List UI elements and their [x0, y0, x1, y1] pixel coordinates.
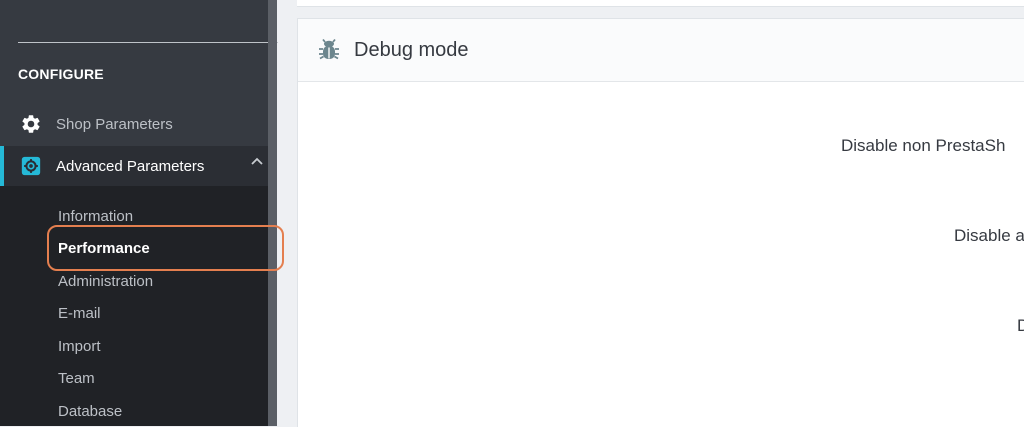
form-label-disable-overrides: Disable a	[954, 226, 1024, 245]
sidebar-scrollbar[interactable]	[268, 0, 277, 426]
submenu-item-database[interactable]: Database	[58, 403, 122, 420]
advanced-parameters-submenu: Information Performance Administration E…	[0, 186, 268, 426]
section-title-configure: CONFIGURE	[18, 66, 104, 82]
submenu-item-administration[interactable]: Administration	[58, 273, 153, 290]
gear-icon	[20, 113, 42, 135]
submenu-item-import[interactable]: Import	[58, 338, 101, 355]
submenu-item-email[interactable]: E-mail	[58, 305, 101, 322]
form-label-debug: D	[1017, 316, 1024, 335]
sidebar-item-label: Shop Parameters	[56, 115, 173, 133]
submenu-item-information[interactable]: Information	[58, 208, 133, 225]
sidebar-divider	[18, 42, 278, 43]
sidebar-item-advanced-parameters[interactable]: Advanced Parameters	[0, 146, 268, 186]
bug-icon	[318, 38, 340, 62]
form-label-disable-non-prestashop: Disable non PrestaSh	[841, 136, 1006, 155]
debug-mode-panel: Debug mode Disable non PrestaSh Disable …	[297, 18, 1024, 427]
previous-panel	[297, 0, 1024, 7]
sidebar-item-shop-parameters[interactable]: Shop Parameters	[0, 104, 268, 144]
sidebar-item-label: Advanced Parameters	[56, 157, 205, 175]
panel-title: Debug mode	[354, 38, 469, 61]
submenu-item-team[interactable]: Team	[58, 370, 95, 387]
chevron-up-icon[interactable]	[250, 155, 264, 169]
sidebar: CONFIGURE Shop Parameters Advanced Param…	[0, 0, 278, 426]
panel-header: Debug mode	[298, 19, 1024, 82]
advanced-settings-icon	[20, 155, 42, 177]
performance-highlight-box	[47, 225, 284, 271]
